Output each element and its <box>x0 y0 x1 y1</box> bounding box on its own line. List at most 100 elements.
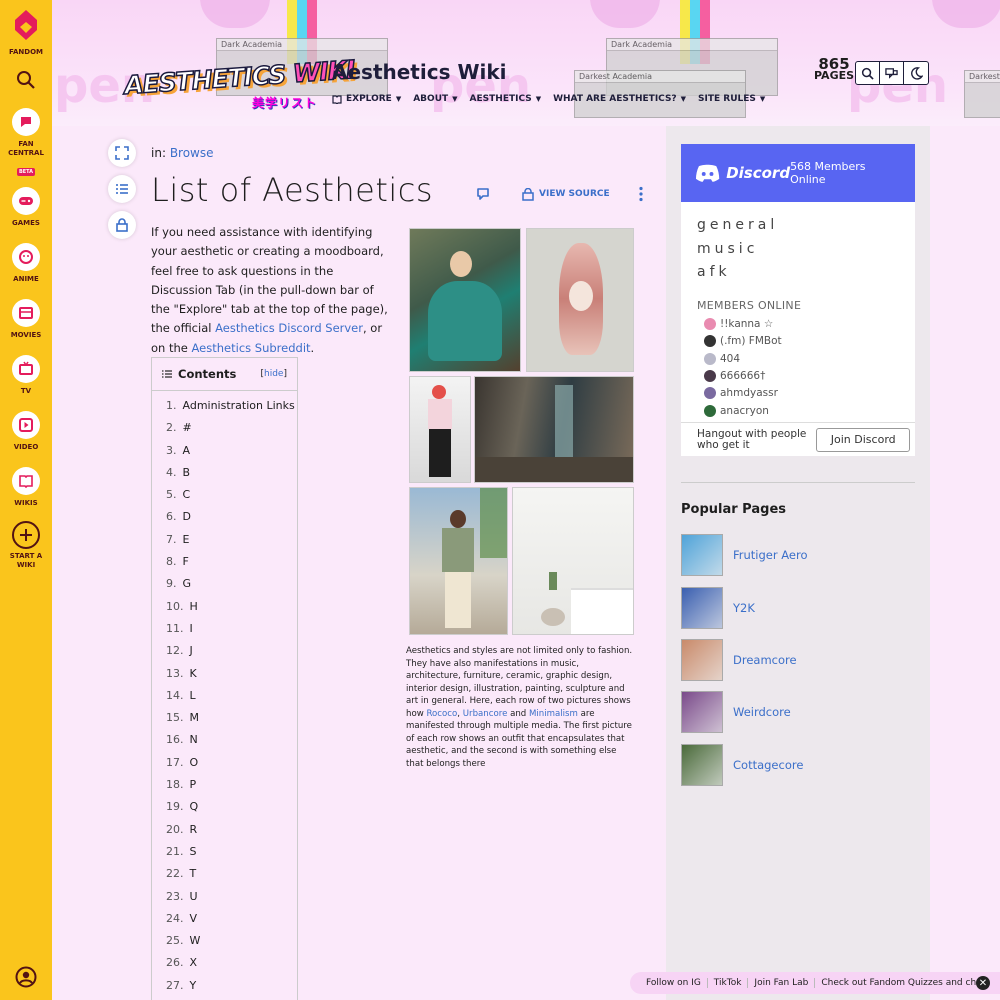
discord-member[interactable]: ahmdyassr <box>681 385 915 402</box>
toc-item-link[interactable]: N <box>190 733 198 746</box>
view-source-button[interactable]: VIEW SOURCE <box>522 187 610 201</box>
toc-item-link[interactable]: W <box>190 934 201 947</box>
nav-what-are-aesthetics[interactable]: WHAT ARE AESTHETICS? ▼ <box>553 94 686 104</box>
toc-item[interactable]: 16. N <box>166 733 297 755</box>
toc-item-link[interactable]: Administration Links <box>183 399 295 412</box>
toc-item-link[interactable]: M <box>190 711 200 724</box>
popular-page-link[interactable]: Cottagecore <box>733 758 803 772</box>
toc-item-link[interactable]: D <box>183 510 191 523</box>
toc-item[interactable]: 22. T <box>166 867 297 889</box>
subreddit-link[interactable]: Aesthetics Subreddit <box>192 341 311 355</box>
toc-item-link[interactable]: S <box>190 845 197 858</box>
popular-page-thumbnail[interactable] <box>681 638 723 681</box>
theme-toggle-button[interactable] <box>904 62 928 84</box>
toc-item[interactable]: 8. F <box>166 555 297 577</box>
toc-item[interactable]: 7. E <box>166 533 297 555</box>
discord-server-link[interactable]: Aesthetics Discord Server <box>215 321 363 335</box>
toc-item-link[interactable]: H <box>190 600 198 613</box>
toc-item[interactable]: 18. P <box>166 778 297 800</box>
toc-item[interactable]: 6. D <box>166 510 297 532</box>
close-icon[interactable]: ✕ <box>976 976 990 990</box>
popular-page-thumbnail[interactable] <box>681 691 723 734</box>
popular-page-link[interactable]: Y2K <box>733 601 755 615</box>
toc-item-link[interactable]: K <box>190 667 197 680</box>
search-button[interactable] <box>0 70 52 94</box>
wiki-search-button[interactable] <box>856 62 880 84</box>
toc-item[interactable]: 4. B <box>166 466 297 488</box>
toc-item[interactable]: 1. Administration Links <box>166 399 297 421</box>
nav-aesthetics[interactable]: AESTHETICS ▼ <box>470 94 542 104</box>
toc-item-link[interactable]: A <box>183 444 191 457</box>
rococo-portrait-image[interactable] <box>409 228 521 372</box>
toc-item[interactable]: 24. V <box>166 912 297 934</box>
popular-page-thumbnail[interactable] <box>681 586 723 629</box>
minimalism-outfit-image[interactable] <box>409 487 508 635</box>
movies-link[interactable]: MOVIES <box>0 299 52 340</box>
toc-hide-toggle[interactable]: [hide] <box>261 369 288 379</box>
protected-page-button[interactable] <box>108 211 136 239</box>
toc-item-link[interactable]: I <box>190 622 193 635</box>
user-account-button[interactable] <box>0 966 52 992</box>
discord-member[interactable]: !!kanna ☆ <box>681 316 915 333</box>
toc-item-link[interactable]: P <box>190 778 197 791</box>
toc-item[interactable]: 13. K <box>166 667 297 689</box>
nav-explore[interactable]: EXPLORE ▼ <box>332 94 401 104</box>
discord-channel[interactable]: music <box>697 238 899 262</box>
sticky-bar-link[interactable]: Check out Fandom Quizzes and cha <box>815 978 987 988</box>
toc-item-link[interactable]: J <box>190 644 193 657</box>
fandom-logo[interactable]: FANDOM <box>0 8 52 57</box>
start-wiki-link[interactable]: START A WIKI <box>0 521 52 570</box>
more-options-icon[interactable] <box>638 186 644 202</box>
toc-item-link[interactable]: X <box>190 956 198 969</box>
discord-member[interactable]: 666666† <box>681 367 915 384</box>
toc-item-link[interactable]: U <box>190 890 198 903</box>
table-of-contents-button[interactable] <box>108 175 136 203</box>
toc-item-link[interactable]: C <box>183 488 191 501</box>
toc-item-link[interactable]: R <box>190 823 198 836</box>
discord-channel[interactable]: afk <box>697 261 899 285</box>
sticky-bar-link[interactable]: Join Fan Lab <box>748 978 816 988</box>
discord-channel[interactable]: general <box>697 214 899 238</box>
toc-item[interactable]: 17. O <box>166 756 297 778</box>
popular-page-link[interactable]: Weirdcore <box>733 705 791 719</box>
toc-item[interactable]: 2. # <box>166 421 297 443</box>
toc-item-link[interactable]: O <box>190 756 199 769</box>
urbancore-link[interactable]: Urbancore <box>463 709 508 719</box>
toc-item[interactable]: 23. U <box>166 890 297 912</box>
anime-link[interactable]: ANIME <box>0 243 52 284</box>
urbancore-outfit-image[interactable] <box>409 376 471 483</box>
toc-hide-link[interactable]: hide <box>264 369 283 379</box>
popular-page-item[interactable]: Dreamcore <box>681 634 915 686</box>
popular-page-item[interactable]: Y2K <box>681 581 915 633</box>
rococo-link[interactable]: Rococo <box>426 709 457 719</box>
comment-icon[interactable] <box>476 187 490 201</box>
urbancore-abandoned-building-image[interactable] <box>474 376 634 483</box>
toc-item-link[interactable]: G <box>183 577 192 590</box>
popular-page-thumbnail[interactable] <box>681 743 723 786</box>
toc-item-link[interactable]: # <box>183 421 192 434</box>
toc-item[interactable]: 12. J <box>166 644 297 666</box>
popular-page-link[interactable]: Frutiger Aero <box>733 548 808 562</box>
toc-item[interactable]: 27. Y <box>166 979 297 1000</box>
toc-item[interactable]: 5. C <box>166 488 297 510</box>
toc-item[interactable]: 15. M <box>166 711 297 733</box>
toc-item[interactable]: 20. R <box>166 823 297 845</box>
wiki-logo[interactable]: AESTHETICS WIKI 美学リスト <box>123 54 357 111</box>
discord-member[interactable]: (.fm) FMBot <box>681 333 915 350</box>
toc-item[interactable]: 11. I <box>166 622 297 644</box>
tv-link[interactable]: TV <box>0 355 52 396</box>
toc-item-link[interactable]: Q <box>190 800 199 813</box>
video-link[interactable]: VIDEO <box>0 411 52 452</box>
popular-page-item[interactable]: Weirdcore <box>681 686 915 738</box>
discussions-button[interactable] <box>880 62 904 84</box>
toc-item-link[interactable]: L <box>190 689 196 702</box>
discord-member[interactable]: anacryon <box>681 402 915 419</box>
toc-item-link[interactable]: B <box>183 466 191 479</box>
expand-button[interactable] <box>108 139 136 167</box>
toc-item[interactable]: 21. S <box>166 845 297 867</box>
nav-about[interactable]: ABOUT ▼ <box>413 94 457 104</box>
sticky-bar-link[interactable]: Follow on IG <box>640 978 708 988</box>
sticky-bar-link[interactable]: TikTok <box>708 978 749 988</box>
toc-item-link[interactable]: F <box>183 555 189 568</box>
toc-item-link[interactable]: V <box>190 912 198 925</box>
